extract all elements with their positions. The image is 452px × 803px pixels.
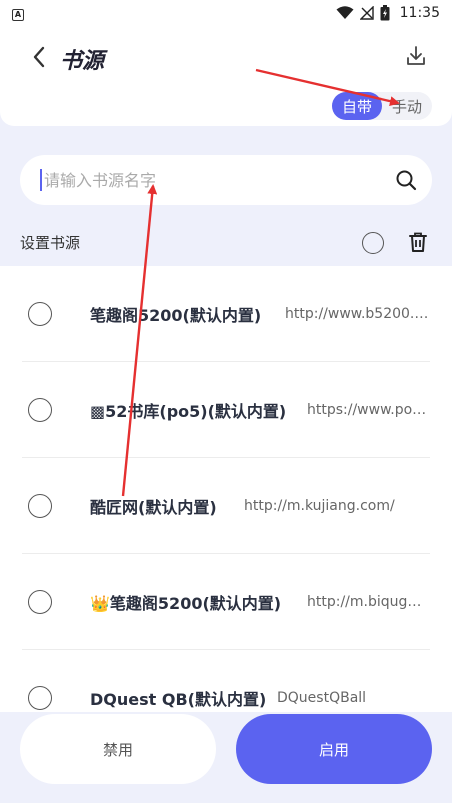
source-name: ▩52书库(po5)(默认内置) [90,402,287,421]
search-icon[interactable] [394,168,418,192]
source-radio-icon[interactable] [28,398,52,422]
status-left: A [12,5,24,21]
source-name: DQuest QB(默认内置) [90,690,267,709]
list-item[interactable]: 👑笔趣阁5200(默认内置) http://m.biquge5... [22,554,430,650]
status-right: 11:35 [336,5,440,21]
trash-icon[interactable] [406,230,430,254]
source-url: http://m.kujiang.com/ [244,498,395,514]
source-name: 笔趣阁5200(默认内置) [90,306,262,325]
page-title: 书源 [60,49,105,74]
disable-button[interactable]: 禁用 [20,714,216,784]
chevron-left-icon[interactable] [28,44,52,70]
source-url: http://m.biquge5... [307,594,430,610]
source-radio-icon[interactable] [28,686,52,710]
app-notification-icon: A [12,8,24,21]
search-input[interactable] [40,169,394,191]
mode-manual-button[interactable]: 手动 [382,92,432,120]
source-radio-icon[interactable] [28,494,52,518]
signal-off-icon [359,6,374,20]
search-bar [20,155,432,205]
download-icon[interactable] [404,44,428,68]
source-mode-toggle: 自带 手动 [332,92,432,120]
source-list: 笔趣阁5200(默认内置) http://www.b5200.o... ▩52书… [0,266,452,716]
battery-charging-icon [380,5,390,21]
source-url: DQuestQBall [277,690,367,706]
wifi-icon [336,6,354,19]
settings-row: 设置书源 [0,218,452,266]
select-all-radio-icon[interactable] [362,232,384,254]
list-item[interactable]: DQuest QB(默认内置) DQuestQBall [22,650,430,716]
status-time: 11:35 [399,5,440,21]
mode-auto-button[interactable]: 自带 [332,92,382,120]
source-name: 👑笔趣阁5200(默认内置) [90,594,282,613]
settings-label: 设置书源 [20,234,81,252]
source-radio-icon[interactable] [28,590,52,614]
list-item[interactable]: 酷匠网(默认内置) http://m.kujiang.com/ [22,458,430,554]
list-item[interactable]: ▩52书库(po5)(默认内置) https://www.po5... [22,362,430,458]
source-radio-icon[interactable] [28,302,52,326]
enable-button[interactable]: 启用 [236,714,432,784]
list-item[interactable]: 笔趣阁5200(默认内置) http://www.b5200.o... [22,266,430,362]
status-bar: A 11:35 [0,0,452,26]
source-url: http://www.b5200.o... [285,306,430,322]
source-url: https://www.po5... [307,402,430,418]
source-name: 酷匠网(默认内置) [90,498,217,517]
bottom-action-bar: 禁用 启用 [0,712,452,803]
header: 书源 自带 手动 [0,26,452,126]
